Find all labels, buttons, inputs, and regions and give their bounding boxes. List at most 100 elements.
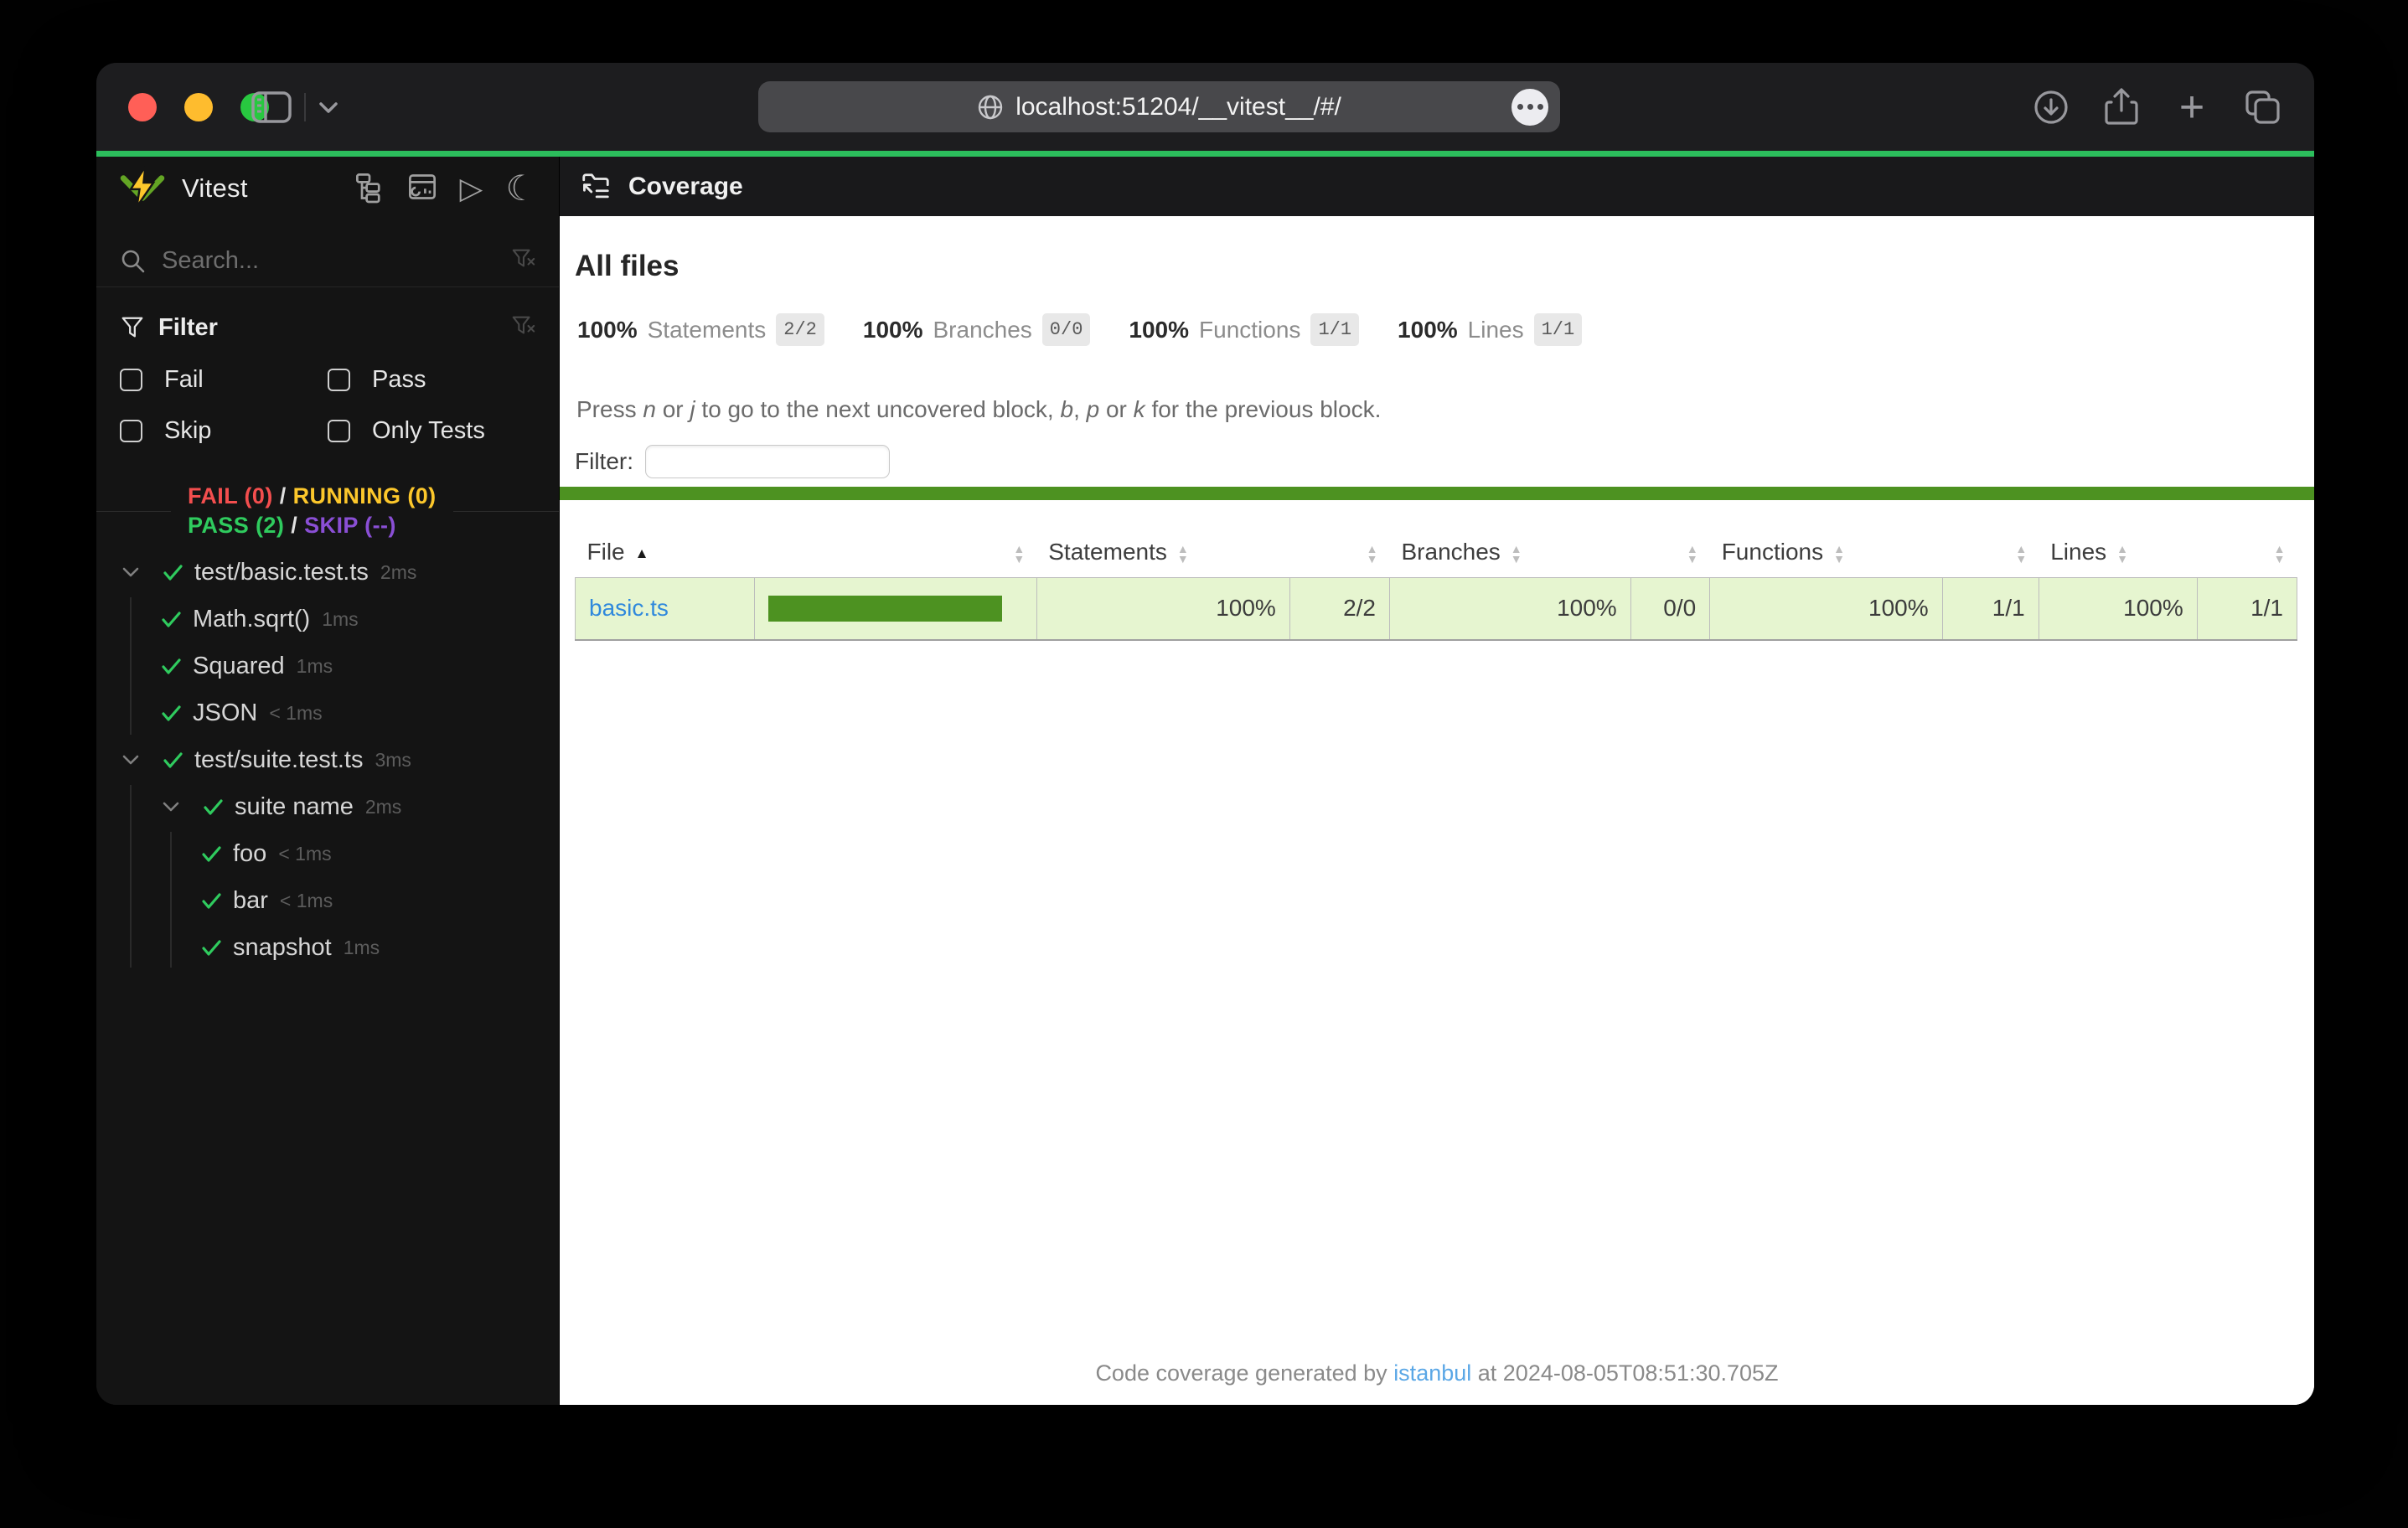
- tree-item-suite[interactable]: suite name 2ms: [96, 783, 559, 830]
- list-tree-icon: [355, 173, 380, 203]
- lines-ratio-cell: 1/1: [2196, 577, 2298, 641]
- column-header-functions[interactable]: Functions ▲ ▼: [1710, 532, 1942, 578]
- coverage-report: All files 100% Statements 2/2 100% Branc…: [560, 216, 2314, 1405]
- tree-item-test[interactable]: snapshot 1ms: [96, 924, 559, 971]
- filter-option-pass[interactable]: Pass: [328, 366, 535, 394]
- tree-guide-line: [130, 597, 132, 735]
- column-header-lines-ratio[interactable]: ▲ ▼: [2197, 532, 2297, 578]
- coverage-footer: Code coverage generated by istanbul at 2…: [1095, 1360, 1779, 1386]
- new-tab-button[interactable]: +: [2173, 85, 2210, 129]
- filter-option-only-tests[interactable]: Only Tests: [328, 417, 535, 445]
- column-header-bar[interactable]: ▲ ▼: [754, 532, 1036, 578]
- pass-checkbox[interactable]: [328, 369, 350, 391]
- plus-icon: +: [2178, 82, 2205, 132]
- statements-ratio-cell: 2/2: [1289, 577, 1391, 641]
- file-link[interactable]: basic.ts: [589, 595, 669, 621]
- tree-item-test[interactable]: Math.sqrt() 1ms: [96, 596, 559, 643]
- coverage-bar: [767, 595, 1003, 622]
- column-header-branches[interactable]: Branches ▲ ▼: [1390, 532, 1631, 578]
- functions-pct-cell: 100%: [1709, 577, 1943, 641]
- filter-option-skip[interactable]: Skip: [120, 417, 328, 445]
- coverage-table: File ▲ ▲ ▼ Statements ▲ ▼ ▲ ▼ Branches ▲ ▼ ▲ ▼ F…: [575, 532, 2298, 641]
- filter-option-fail[interactable]: Fail: [120, 366, 328, 394]
- pass-check-icon: [162, 561, 184, 584]
- only-tests-checkbox[interactable]: [328, 420, 350, 442]
- coverage-filter-row: Filter:: [575, 445, 2314, 478]
- pass-check-icon: [202, 796, 225, 818]
- theme-toggle-button[interactable]: ☾: [505, 171, 537, 206]
- clear-filters-button[interactable]: [510, 313, 535, 343]
- chevron-down-icon[interactable]: [160, 796, 182, 818]
- sorter-icon[interactable]: ▲ ▼: [1511, 543, 1522, 565]
- tree-item-file[interactable]: test/basic.test.ts 2ms: [96, 549, 559, 596]
- column-header-branches-ratio[interactable]: ▲ ▼: [1630, 532, 1710, 578]
- run-all-button[interactable]: ▷: [460, 173, 483, 204]
- test-duration: < 1ms: [278, 842, 332, 865]
- tree-view-button[interactable]: [354, 172, 385, 206]
- sidebar-menu-chevron[interactable]: [316, 98, 341, 121]
- column-header-functions-ratio[interactable]: ▲ ▼: [1942, 532, 2039, 578]
- tab-overview-button[interactable]: [2244, 89, 2282, 126]
- toolbar-actions: +: [2033, 63, 2282, 151]
- dashboard-button[interactable]: [407, 172, 437, 206]
- istanbul-link[interactable]: istanbul: [1393, 1360, 1471, 1386]
- address-bar[interactable]: localhost:51204/__vitest__/#/: [758, 81, 1560, 132]
- vitest-logo: [120, 166, 165, 208]
- clear-search-filter-button[interactable]: [510, 246, 535, 276]
- sorter-icon[interactable]: ▲ ▼: [1687, 543, 1698, 565]
- sorter-icon[interactable]: ▲ ▼: [2015, 543, 2027, 565]
- minimize-window-button[interactable]: [184, 92, 213, 121]
- chevron-down-icon: [319, 102, 338, 113]
- sorter-icon[interactable]: ▲ ▼: [2274, 543, 2286, 565]
- tree-item-test[interactable]: bar < 1ms: [96, 877, 559, 924]
- tree-item-file[interactable]: test/suite.test.ts 3ms: [96, 736, 559, 783]
- running-count: RUNNING (0): [292, 483, 437, 508]
- download-icon: [2034, 90, 2068, 124]
- page-settings-button[interactable]: [1511, 88, 1548, 126]
- tree-item-test[interactable]: foo < 1ms: [96, 830, 559, 877]
- pass-count: PASS (2): [188, 513, 285, 538]
- column-header-statements[interactable]: Statements ▲ ▼: [1036, 532, 1289, 578]
- sidebar-toggle-button[interactable]: [251, 90, 292, 128]
- coverage-filter-input[interactable]: [645, 445, 890, 478]
- downloads-button[interactable]: [2033, 89, 2070, 126]
- play-icon: ▷: [459, 171, 483, 205]
- sorter-icon[interactable]: ▲ ▼: [1013, 543, 1025, 565]
- skip-checkbox[interactable]: [120, 420, 142, 442]
- search-bar: [96, 235, 559, 287]
- tree-guide-line: [130, 785, 132, 968]
- functions-fraction-badge: 1/1: [1310, 313, 1360, 346]
- sort-ascending-icon: ▲: [634, 545, 649, 561]
- functions-ratio-cell: 1/1: [1941, 577, 2039, 641]
- column-header-file[interactable]: File ▲: [576, 532, 755, 578]
- column-header-lines[interactable]: Lines ▲ ▼: [2039, 532, 2197, 578]
- tree-guide-line: [170, 832, 172, 968]
- all-files-heading: All files: [575, 250, 680, 282]
- sorter-icon[interactable]: ▲ ▼: [1177, 543, 1189, 565]
- branches-ratio-cell: 0/0: [1630, 577, 1711, 641]
- chevron-down-icon[interactable]: [120, 749, 142, 771]
- sidebar-icon: [251, 91, 292, 123]
- tree-item-test[interactable]: JSON < 1ms: [96, 689, 559, 736]
- filter-x-icon: [512, 249, 535, 267]
- column-header-statements-ratio[interactable]: ▲ ▼: [1289, 532, 1389, 578]
- keyboard-hint: Press n or j to go to the next uncovered…: [576, 396, 1382, 422]
- branches-pct-cell: 100%: [1389, 577, 1631, 641]
- chevron-down-icon[interactable]: [120, 561, 142, 583]
- functions-summary: 100% Functions 1/1: [1129, 313, 1360, 346]
- close-window-button[interactable]: [128, 92, 157, 121]
- share-button[interactable]: [2103, 87, 2140, 127]
- run-status-summary: FAIL (0) / RUNNING (0) PASS (2) / SKIP (--): [96, 480, 559, 542]
- fail-count: FAIL (0): [188, 483, 273, 508]
- vitest-sidebar: Vitest ▷ ☾ Search... Filter Fail Pass Sk…: [96, 157, 560, 1405]
- tree-item-test[interactable]: Squared 1ms: [96, 643, 559, 689]
- pass-check-icon: [160, 608, 183, 631]
- dashboard-icon: [408, 173, 436, 199]
- coverage-report-icon: [582, 173, 609, 198]
- search-input[interactable]: [160, 246, 510, 276]
- sorter-icon[interactable]: ▲ ▼: [1833, 543, 1845, 565]
- fail-checkbox[interactable]: [120, 369, 142, 391]
- sorter-icon[interactable]: ▲ ▼: [1367, 543, 1378, 565]
- sorter-icon[interactable]: ▲ ▼: [2116, 543, 2128, 565]
- test-duration: 3ms: [375, 748, 411, 771]
